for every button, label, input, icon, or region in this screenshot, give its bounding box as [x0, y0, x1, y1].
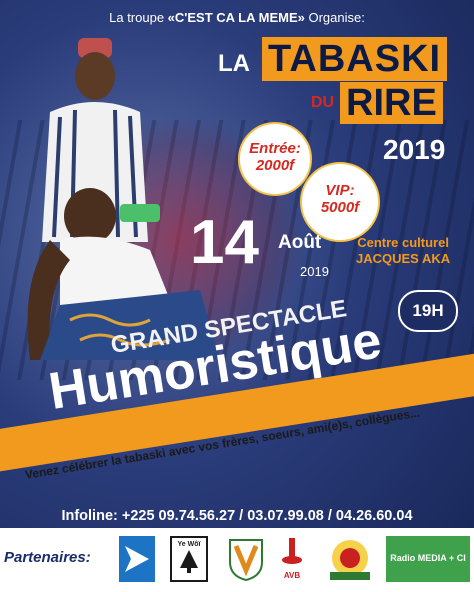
yewoi-logo: Ye Wôï	[170, 536, 208, 582]
radio-logo-text: Radio MEDIA + CI	[390, 553, 466, 563]
radio-media-logo: Radio MEDIA + CI	[386, 536, 470, 582]
yewoi-logo-text: Ye Wôï	[177, 541, 201, 548]
title-du: DU	[311, 94, 335, 111]
vip-price-label: VIP:	[325, 182, 355, 199]
title-la: LA	[218, 50, 250, 77]
vip-price-bubble: VIP: 5000f	[300, 162, 380, 242]
intro-suffix: Organise:	[304, 10, 365, 25]
event-day: 14	[190, 208, 259, 277]
partners-bar: Partenaires: Ye Wôï AVB Radio MEDIA + CI	[0, 528, 474, 592]
partners-label: Partenaires:	[4, 549, 91, 566]
organizer-line: La troupe «C'EST CA LA MEME» Organise:	[0, 10, 474, 25]
infoline: Infoline: +225 09.74.56.27 / 03.07.99.08…	[61, 508, 413, 524]
troupe-name: «C'EST CA LA MEME»	[167, 10, 305, 25]
event-year: 2019	[300, 264, 329, 279]
venue-line2: JACQUES AKA	[356, 251, 451, 266]
title-tabaski: TABASKI	[262, 37, 448, 81]
venue: Centre culturel JACQUES AKA	[356, 235, 450, 267]
vip-price-value: 5000f	[320, 199, 360, 216]
v-shield-logo-icon	[226, 536, 266, 582]
title-rire: RIRE	[340, 82, 443, 124]
monument-icon	[282, 538, 302, 564]
entry-price-value: 2000f	[255, 157, 295, 174]
entry-price-label: Entrée:	[249, 140, 301, 157]
event-month: Août	[278, 232, 322, 253]
festival-logo-icon	[326, 536, 374, 582]
avb-logo: AVB	[276, 536, 308, 582]
entry-price-bubble: Entrée: 2000f	[238, 122, 312, 196]
tree-icon	[180, 550, 198, 573]
title-year: 2019	[383, 134, 446, 165]
intro-prefix: La troupe	[109, 10, 168, 25]
event-poster: La troupe «C'EST CA LA MEME» Organise: L…	[0, 0, 474, 592]
event-time: 19H	[398, 290, 458, 332]
arrow-logo-icon	[119, 536, 155, 582]
avb-logo-text: AVB	[283, 571, 301, 580]
venue-line1: Centre culturel	[357, 235, 449, 250]
